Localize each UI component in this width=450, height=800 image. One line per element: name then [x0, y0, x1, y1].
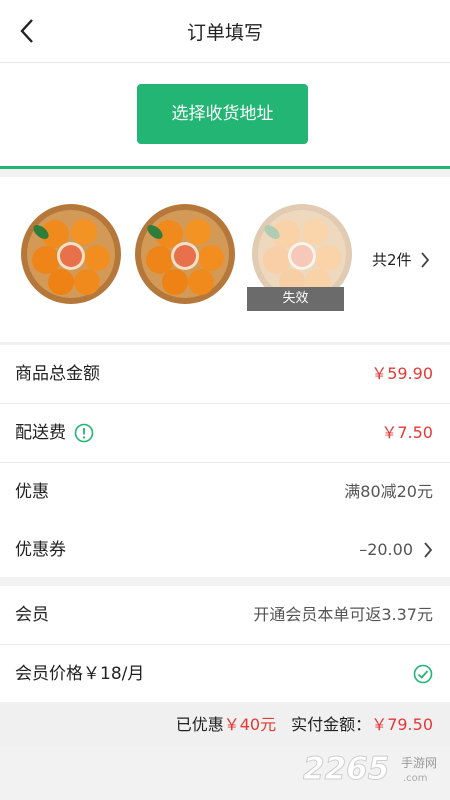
shipping-label-wrap: 配送费 — [15, 404, 94, 462]
product-thumbnail — [19, 202, 123, 306]
footer-summary: 已优惠￥40元 实付金额：￥79.50 — [176, 702, 433, 747]
shipping-row: 配送费 ￥7.50 — [0, 404, 450, 463]
total-value: ￥59.90 — [371, 364, 433, 383]
discount-value: 满80减20元 — [344, 482, 433, 501]
address-section: 选择收货地址 — [0, 63, 450, 166]
coupon-row[interactable]: 优惠券 –20.00 — [0, 521, 450, 579]
goods-section[interactable]: 失效 共2件 — [0, 177, 450, 343]
invalid-badge: 失效 — [247, 287, 344, 311]
product-thumbnail — [133, 202, 237, 306]
page-title: 订单填写 — [186, 22, 263, 44]
total-label: 商品总金额 — [15, 364, 100, 384]
member-price-label: 会员价格￥18/月 — [15, 664, 145, 684]
check-circle-icon[interactable] — [413, 664, 433, 684]
header: 订单填写 — [0, 0, 450, 63]
orange-basket-image — [135, 204, 235, 304]
goods-count[interactable]: 共2件 — [372, 249, 430, 270]
shipping-value: ￥7.50 — [381, 423, 433, 442]
member-price-row[interactable]: 会员价格￥18/月 — [0, 645, 450, 703]
svg-text:手游网: 手游网 — [401, 756, 437, 770]
svg-text:.com: .com — [403, 773, 428, 784]
coupon-value-wrap: –20.00 — [359, 521, 433, 579]
member-label: 会员 — [15, 605, 49, 625]
info-icon[interactable] — [74, 423, 94, 443]
shipping-label: 配送费 — [15, 423, 66, 443]
member-check-wrap — [413, 645, 433, 703]
chevron-right-icon — [424, 542, 433, 558]
watermark-logo: 2265 手游网 .com — [303, 748, 443, 788]
total-row: 商品总金额 ￥59.90 — [0, 345, 450, 404]
saved-label: 已优惠 — [175, 715, 224, 734]
product-thumbnail-invalid: 失效 — [247, 202, 354, 311]
discount-label: 优惠 — [15, 482, 49, 502]
member-value: 开通会员本单可返3.37元 — [253, 605, 433, 624]
pay-label: 实付金额： — [291, 715, 372, 734]
goods-count-label: 共2件 — [372, 251, 412, 269]
coupon-label: 优惠券 — [15, 540, 66, 560]
saved-value: ￥40元 — [223, 715, 277, 734]
coupon-value: –20.00 — [359, 540, 413, 559]
order-footer: 已优惠￥40元 实付金额：￥79.50 — [0, 702, 450, 747]
member-row[interactable]: 会员 开通会员本单可返3.37元 — [0, 586, 450, 645]
address-divider — [0, 166, 450, 169]
select-address-button[interactable]: 选择收货地址 — [137, 84, 308, 144]
orange-basket-image — [21, 204, 121, 304]
chevron-right-icon — [420, 251, 429, 268]
svg-text:2265: 2265 — [303, 751, 389, 787]
section-separator — [0, 577, 450, 585]
discount-row: 优惠 满80减20元 — [0, 463, 450, 522]
pay-value: ￥79.50 — [371, 715, 433, 734]
